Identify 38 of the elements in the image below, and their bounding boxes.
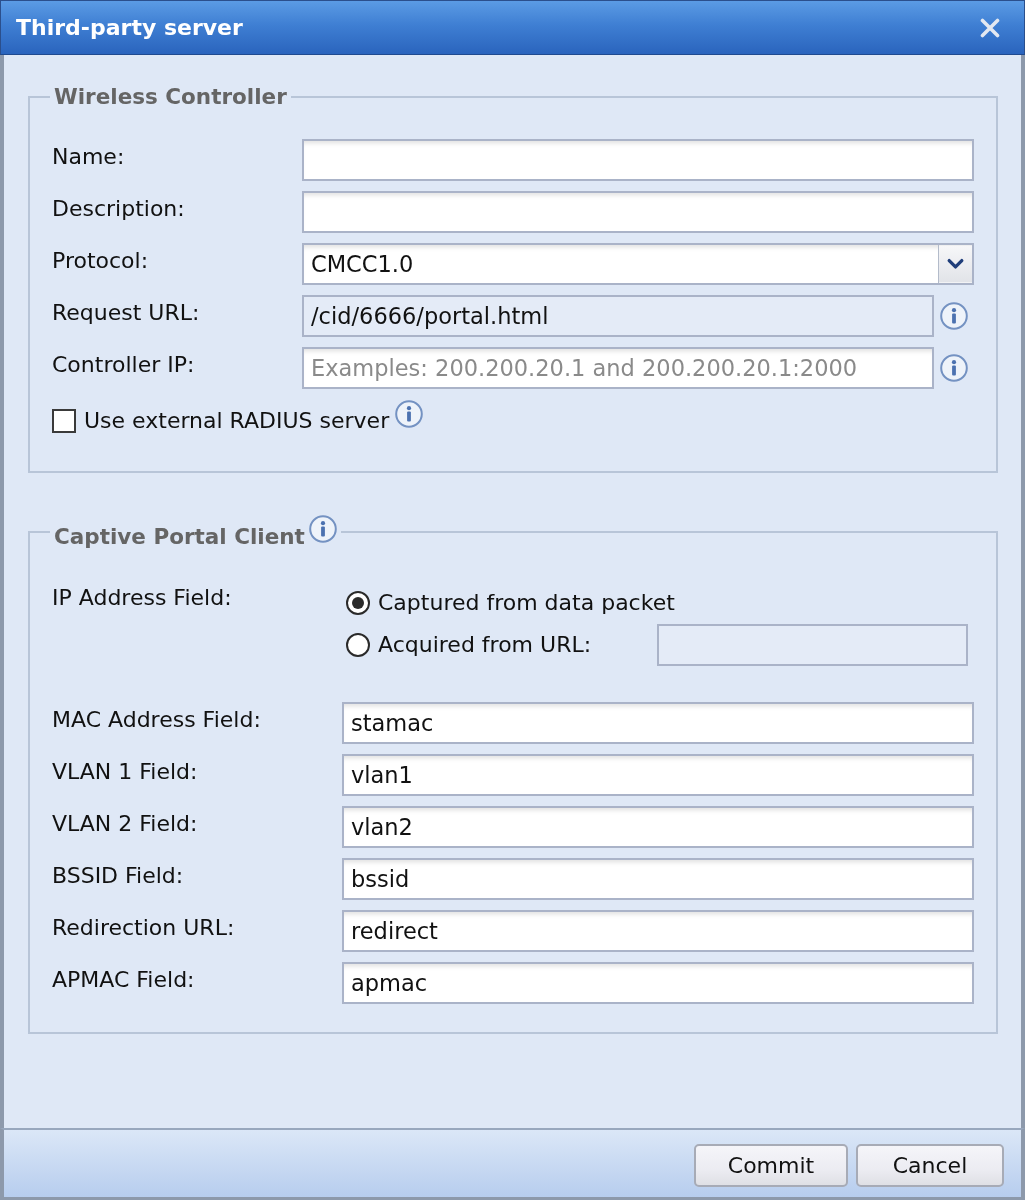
radio-button[interactable]: [346, 633, 370, 657]
checkbox[interactable]: [52, 409, 76, 433]
field-label: VLAN 2 Field:: [52, 810, 199, 838]
field-label: Name:: [52, 143, 126, 171]
checkbox-label: Use external RADIUS server: [84, 408, 390, 434]
cancel-button[interactable]: Cancel: [856, 1144, 1004, 1187]
commit-button[interactable]: Commit: [694, 1144, 848, 1187]
field-label: APMAC Field:: [52, 966, 196, 994]
text-field[interactable]: vlan2: [342, 806, 974, 848]
window-title: Third-party server: [16, 14, 243, 41]
info-icon[interactable]: [940, 354, 968, 382]
section-title: Wireless Controller: [54, 84, 287, 109]
text-field[interactable]: redirect: [342, 910, 974, 952]
info-icon[interactable]: [308, 515, 337, 543]
field-label: IP Address Field:: [52, 584, 233, 612]
text-field[interactable]: vlan1: [342, 754, 974, 796]
section-title: Captive Portal Client: [54, 525, 305, 549]
field-label: Redirection URL:: [52, 914, 236, 942]
field-label: Description:: [52, 195, 186, 223]
text-field[interactable]: [302, 191, 974, 233]
text-field[interactable]: apmac: [342, 962, 974, 1004]
text-field[interactable]: bssid: [342, 858, 974, 900]
close-icon[interactable]: [980, 17, 1000, 38]
option-label: Acquired from URL:: [378, 632, 592, 658]
field-label: VLAN 1 Field:: [52, 758, 199, 786]
field-label: Controller IP:: [52, 351, 196, 379]
dropdown[interactable]: CMCC1.0: [302, 243, 974, 285]
field-label: BSSID Field:: [52, 862, 185, 890]
field-label: Protocol:: [52, 247, 150, 275]
text-field[interactable]: [302, 139, 974, 181]
text-field[interactable]: Examples: 200.200.20.1 and 200.200.20.1:2000: [302, 347, 934, 389]
info-icon[interactable]: [395, 400, 424, 428]
field-label: MAC Address Field:: [52, 706, 262, 734]
text-field[interactable]: stamac: [342, 702, 974, 744]
chevron-down-icon[interactable]: [938, 245, 972, 283]
option-label: Captured from data packet: [378, 590, 675, 616]
field-label: Request URL:: [52, 299, 201, 327]
radio-button[interactable]: [346, 591, 370, 615]
